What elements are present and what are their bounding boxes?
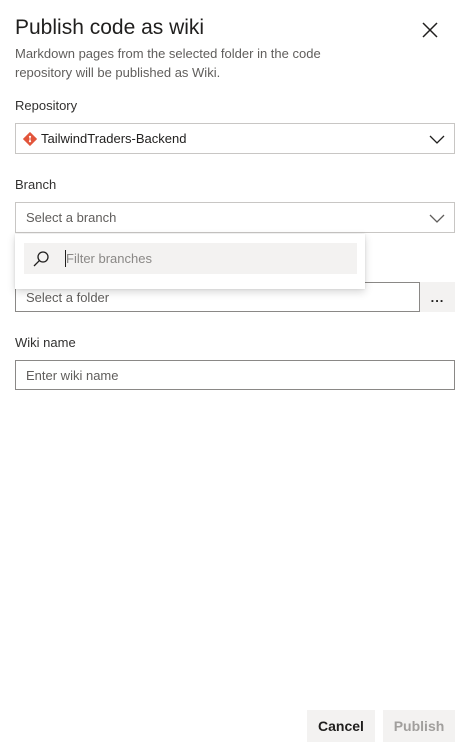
wiki-name-placeholder: Enter wiki name	[26, 367, 119, 383]
branch-placeholder: Select a branch	[26, 210, 117, 225]
folder-placeholder: Select a folder	[26, 289, 110, 305]
close-icon	[422, 22, 438, 38]
chevron-down-icon	[420, 124, 454, 153]
publish-button[interactable]: Publish	[383, 710, 455, 742]
git-repo-icon	[23, 131, 37, 146]
panel-title: Publish code as wiki	[15, 16, 205, 39]
filter-placeholder: Filter branches	[66, 251, 152, 266]
branch-dropdown: Filter branches	[15, 234, 365, 289]
close-button[interactable]	[417, 17, 443, 43]
panel-description: Markdown pages from the selected folder …	[15, 46, 321, 80]
repository-value: TailwindTraders-Backend	[41, 131, 187, 146]
cancel-button[interactable]: Cancel	[307, 710, 375, 742]
wiki-name-input[interactable]: Enter wiki name	[15, 360, 455, 390]
repository-select[interactable]: TailwindTraders-Backend	[15, 123, 455, 154]
branch-select[interactable]: Select a branch	[15, 202, 455, 233]
publish-wiki-panel: Publish code as wiki Markdown pages from…	[0, 0, 467, 748]
browse-folder-button[interactable]: ...	[420, 282, 455, 312]
wiki-name-label: Wiki name	[15, 335, 76, 350]
repository-label: Repository	[15, 98, 78, 113]
branch-filter-input[interactable]: Filter branches	[24, 243, 357, 274]
chevron-down-icon	[420, 203, 454, 232]
branch-label: Branch	[15, 177, 57, 192]
search-icon	[26, 250, 56, 268]
